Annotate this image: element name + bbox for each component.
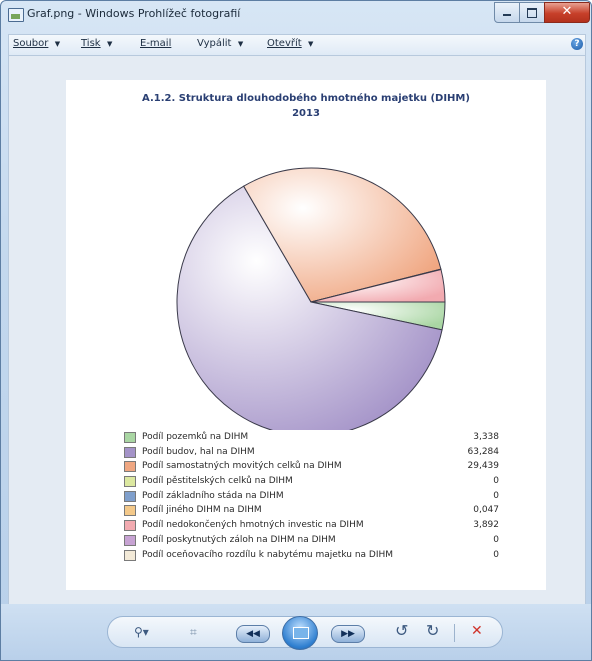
menu-print[interactable]: Tisk ▼: [81, 38, 112, 49]
legend-swatch: [124, 505, 136, 517]
menu-burn[interactable]: Vypálit ▼: [197, 38, 243, 49]
legend-swatch: [124, 432, 136, 443]
legend-value: 0: [493, 490, 499, 501]
minimize-button[interactable]: [494, 2, 520, 23]
delete-icon[interactable]: ✕: [471, 623, 483, 639]
window-title: Graf.png - Windows Prohlížeč fotografií: [27, 7, 241, 20]
legend-swatch: [124, 461, 136, 473]
legend-value: 0: [493, 476, 499, 487]
next-button[interactable]: ▶▶: [331, 625, 365, 643]
photo-viewer-app-icon: [8, 8, 24, 22]
legend-label: Podíl budov, hal na DIHM: [142, 446, 255, 457]
legend-label: Podíl základního stáda na DIHM: [142, 490, 284, 501]
legend-value: 3,338: [473, 432, 499, 442]
legend-label: Podíl jiného DIHM na DIHM: [142, 505, 262, 516]
zoom-icon[interactable]: ⚲▾: [134, 625, 149, 639]
chart-image: A.1.2. Struktura dlouhodobého hmotného m…: [66, 80, 546, 590]
legend-value: 63,284: [467, 446, 500, 457]
legend-swatch: [124, 549, 136, 561]
legend-item: Podíl nedokončených hmotných investic na…: [124, 518, 499, 533]
legend-label: Podíl nedokončených hmotných investic na…: [142, 520, 364, 531]
menu-email[interactable]: E-mail: [140, 38, 171, 49]
image-view-area: A.1.2. Struktura dlouhodobého hmotného m…: [8, 55, 586, 605]
chevron-down-icon: ▼: [106, 40, 113, 48]
legend-item: Podíl pěstitelských celků na DIHM 0: [124, 474, 499, 489]
next-icon: ▶▶: [341, 629, 355, 639]
legend-value: 0,047: [473, 505, 499, 516]
close-icon: ✕: [561, 4, 573, 19]
title-bar: Graf.png - Windows Prohlížeč fotografií …: [1, 1, 591, 29]
toolbar-divider: [454, 624, 455, 642]
legend-value: 0: [493, 549, 499, 560]
actual-size-icon[interactable]: ⌗: [190, 625, 197, 640]
pie-chart: [176, 167, 446, 430]
legend-swatch: [124, 476, 136, 488]
legend-swatch: [124, 520, 136, 532]
maximize-button[interactable]: [519, 2, 545, 23]
legend-swatch: [124, 490, 136, 502]
navigation-bar: ⚲▾ ⌗ ◀◀ ▶▶ ↺ ↻ ✕: [107, 616, 503, 650]
chart-legend: Podíl pozemků na DIHM 3,338 Podíl budov, h…: [124, 430, 499, 562]
legend-label: Podíl poskytnutých záloh na DIHM na DIHM: [142, 534, 336, 545]
legend-item: Podíl základního stáda na DIHM 0: [124, 489, 499, 504]
legend-item: Podíl samostatných movitých celků na DIH…: [124, 459, 499, 474]
legend-item: Podíl pozemků na DIHM 3,338: [124, 430, 499, 445]
chevron-down-icon: ▼: [54, 40, 61, 48]
legend-item: Podíl jiného DIHM na DIHM 0,047: [124, 503, 499, 518]
legend-item: Podíl budov, hal na DIHM 63,284: [124, 445, 499, 460]
menu-bar: Soubor ▼ Tisk ▼ E-mail Vypálit ▼ Otevřít…: [8, 34, 586, 55]
previous-button[interactable]: ◀◀: [236, 625, 270, 643]
close-button[interactable]: ✕: [544, 2, 590, 23]
slideshow-button[interactable]: [282, 616, 318, 650]
chevron-down-icon: ▼: [237, 40, 244, 48]
rotate-clockwise-icon[interactable]: ↻: [426, 621, 439, 640]
bottom-toolbar: ⚲▾ ⌗ ◀◀ ▶▶ ↺ ↻ ✕: [1, 604, 591, 660]
legend-value: 0: [493, 534, 499, 545]
legend-label: Podíl pozemků na DIHM: [142, 432, 249, 442]
legend-label: Podíl samostatných movitých celků na DIH…: [142, 461, 342, 472]
previous-icon: ◀◀: [246, 629, 260, 639]
menu-file[interactable]: Soubor ▼: [13, 38, 60, 49]
legend-swatch: [124, 446, 136, 458]
legend-value: 29,439: [467, 461, 500, 472]
menu-open[interactable]: Otevřít ▼: [267, 38, 313, 49]
legend-label: Podíl pěstitelských celků na DIHM: [142, 476, 293, 487]
legend-item: Podíl poskytnutých záloh na DIHM na DIHM…: [124, 533, 499, 548]
chevron-down-icon: ▼: [308, 40, 314, 48]
photo-viewer-window: Graf.png - Windows Prohlížeč fotografií …: [0, 0, 592, 661]
legend-swatch: [124, 534, 136, 546]
legend-item: Podíl oceňovacího rozdílu k nabytému maj…: [124, 548, 499, 563]
legend-label: Podíl oceňovacího rozdílu k nabytému maj…: [142, 549, 394, 560]
help-icon[interactable]: ?: [571, 38, 583, 50]
rotate-counterclockwise-icon[interactable]: ↺: [395, 621, 408, 640]
legend-value: 3,892: [473, 520, 499, 531]
